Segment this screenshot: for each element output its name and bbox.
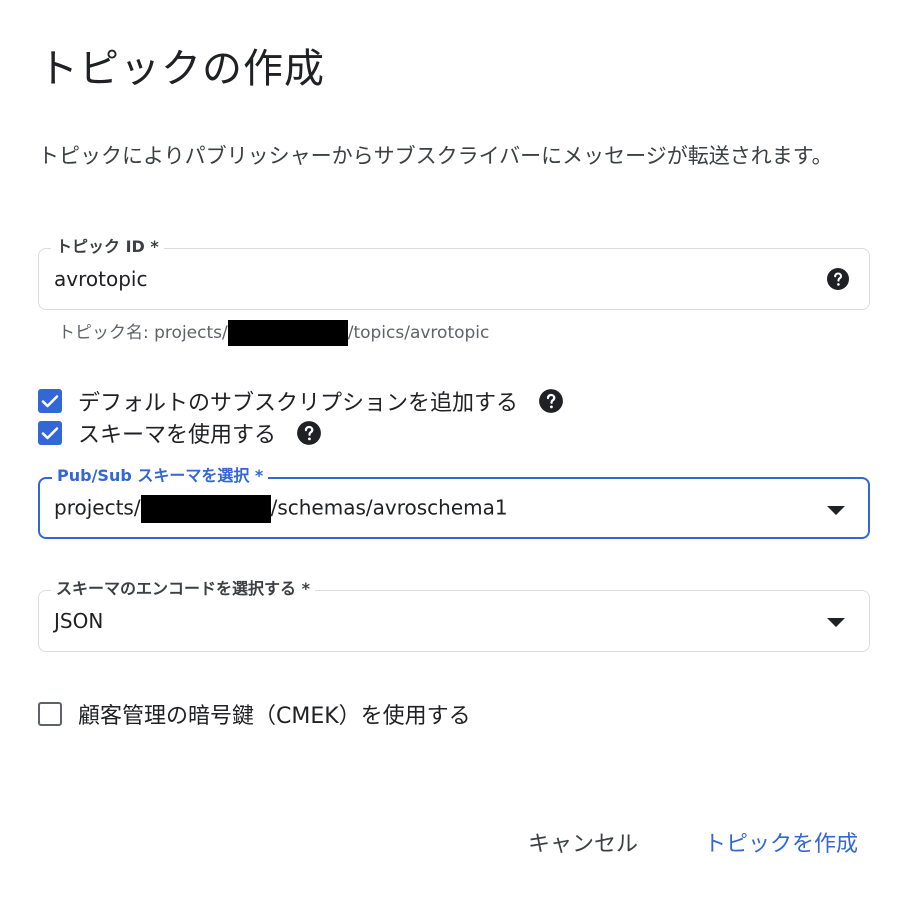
dialog-description: トピックによりパブリッシャーからサブスクライバーにメッセージが転送されます。 bbox=[38, 144, 833, 168]
topic-id-input[interactable]: avrotopic bbox=[54, 267, 147, 291]
default-subscription-checkbox[interactable] bbox=[38, 389, 62, 413]
topic-name-hint: トピック名: projects/ /topics/avrotopic bbox=[58, 318, 489, 346]
schema-select[interactable]: Pub/Sub スキーマを選択 * projects/ /schemas/avro… bbox=[38, 466, 870, 539]
schema-select-value: projects/ /schemas/avroschema1 bbox=[54, 495, 508, 523]
default-subscription-label: デフォルトのサブスクリプションを追加する bbox=[78, 391, 519, 416]
encoding-select[interactable]: スキーマのエンコードを選択する * JSON bbox=[38, 579, 870, 652]
use-schema-label: スキーマを使用する bbox=[78, 423, 277, 448]
dialog-title: トピックの作成 bbox=[38, 46, 325, 92]
redacted-project-id bbox=[227, 320, 348, 346]
dropdown-arrow-icon[interactable] bbox=[827, 618, 845, 627]
create-topic-dialog: トピックの作成 トピックによりパブリッシャーからサブスクライバーにメッセージが転… bbox=[0, 0, 905, 897]
help-circle-icon[interactable] bbox=[826, 267, 850, 291]
checkmark-icon bbox=[41, 395, 59, 408]
default-subscription-option[interactable]: デフォルトのサブスクリプションを追加する bbox=[38, 387, 564, 416]
help-circle-icon[interactable] bbox=[296, 420, 322, 446]
topic-id-label: トピック ID * bbox=[51, 237, 164, 257]
use-schema-option[interactable]: スキーマを使用する bbox=[38, 419, 322, 448]
redacted-project-id bbox=[140, 495, 271, 523]
topic-name-hint-suffix: /topics/avrotopic bbox=[347, 323, 490, 343]
encoding-select-label: スキーマのエンコードを選択する * bbox=[51, 579, 315, 599]
create-topic-button[interactable]: トピックを作成 bbox=[704, 826, 858, 858]
topic-name-hint-prefix: トピック名: projects/ bbox=[58, 323, 228, 343]
cancel-button[interactable]: キャンセル bbox=[528, 826, 638, 858]
schema-value-prefix: projects/ bbox=[54, 495, 141, 520]
schema-select-label: Pub/Sub スキーマを選択 * bbox=[52, 466, 269, 486]
schema-value-suffix: /schemas/avroschema1 bbox=[270, 495, 508, 520]
help-circle-icon[interactable] bbox=[538, 388, 564, 414]
checkmark-icon bbox=[41, 427, 59, 440]
encoding-select-value: JSON bbox=[54, 609, 104, 633]
cmek-checkbox[interactable] bbox=[38, 702, 62, 726]
cmek-label: 顧客管理の暗号鍵（CMEK）を使用する bbox=[78, 704, 471, 729]
use-schema-checkbox[interactable] bbox=[38, 421, 62, 445]
topic-id-field[interactable]: トピック ID * avrotopic bbox=[38, 237, 870, 310]
dropdown-arrow-icon[interactable] bbox=[827, 506, 845, 515]
cmek-option[interactable]: 顧客管理の暗号鍵（CMEK）を使用する bbox=[38, 700, 471, 729]
